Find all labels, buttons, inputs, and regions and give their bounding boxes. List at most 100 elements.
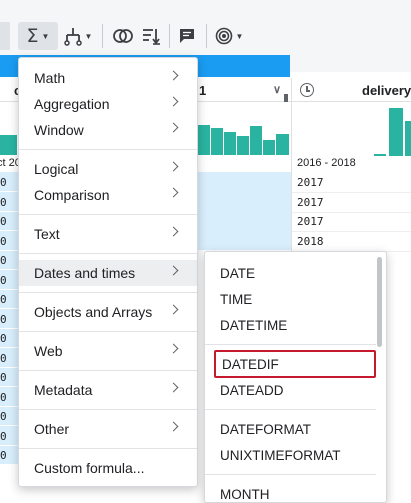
- target-icon: [215, 27, 232, 45]
- row-separator: [0, 347, 18, 348]
- grid-cell[interactable]: 0: [0, 274, 7, 287]
- row-separator: [0, 288, 18, 290]
- menu-item-label: Objects and Arrays: [34, 304, 153, 320]
- menu-divider: [205, 344, 376, 345]
- grid-cell[interactable]: 0: [0, 196, 7, 209]
- sort-button[interactable]: [139, 22, 163, 50]
- row-separator: [0, 210, 18, 212]
- menu-item-custom-formula[interactable]: Custom formula...: [19, 455, 197, 481]
- submenu-item-datedif[interactable]: DATEDIF: [214, 350, 376, 378]
- grid-cell[interactable]: 2017: [297, 176, 324, 189]
- histogram-bar: [405, 121, 411, 156]
- menu-divider: [19, 331, 197, 332]
- row-separator: [0, 308, 18, 309]
- grid-cell[interactable]: 2017: [297, 215, 324, 228]
- clock-icon: [300, 83, 314, 97]
- row-separator: [292, 192, 411, 193]
- column-header-delivery[interactable]: delivery_: [292, 78, 411, 102]
- histogram-bar: [250, 126, 262, 155]
- menu-divider: [19, 253, 197, 254]
- menu-item-dates-and-times[interactable]: Dates and times: [19, 260, 197, 286]
- menu-item-window[interactable]: Window: [19, 117, 197, 143]
- menu-item-metadata[interactable]: Metadata: [19, 377, 197, 403]
- target-button[interactable]: ▼: [212, 22, 246, 50]
- toolbar-divider: [169, 24, 170, 48]
- join-button[interactable]: [110, 22, 136, 50]
- column-header-left[interactable]: c: [0, 78, 21, 102]
- menu-item-logical[interactable]: Logical: [19, 156, 197, 182]
- menu-item-label: Math: [34, 70, 66, 86]
- column-header-label: 1: [199, 83, 207, 98]
- grid-cell[interactable]: 0: [0, 449, 7, 462]
- submenu-item-label: TIME: [220, 291, 253, 307]
- grid-cell[interactable]: 0: [0, 176, 7, 189]
- grid-cell[interactable]: 0: [0, 371, 7, 384]
- submenu-item-label: UNIXTIMEFORMAT: [220, 447, 341, 463]
- row-separator: [0, 425, 18, 426]
- submenu-item-label: DATE: [220, 265, 256, 281]
- menu-item-label: Web: [34, 343, 63, 359]
- histogram-bar: [198, 125, 210, 155]
- menu-item-comparison[interactable]: Comparison: [19, 182, 197, 208]
- submenu-item-month[interactable]: MONTH: [205, 482, 375, 502]
- menu-item-aggregation[interactable]: Aggregation: [19, 91, 197, 117]
- histogram-bar: [224, 132, 236, 155]
- histogram-bar: [211, 128, 223, 155]
- menu-item-other[interactable]: Other: [19, 416, 197, 442]
- toolbar-prev-button[interactable]: [0, 22, 10, 50]
- column-header-mid[interactable]: 1 ∨: [196, 78, 291, 102]
- toolbar-divider: [206, 24, 207, 48]
- row-separator: [0, 249, 18, 251]
- submenu-item-label: DATEDIF: [222, 356, 279, 372]
- submenu-item-dateformat[interactable]: DATEFORMAT: [205, 417, 375, 441]
- menu-item-text[interactable]: Text: [19, 221, 197, 247]
- chevron-right-icon: [168, 304, 179, 315]
- row-separator: [0, 464, 18, 465]
- grid-cell[interactable]: 0: [0, 391, 7, 404]
- grid-cell[interactable]: 0: [0, 410, 7, 423]
- menu-item-label: Aggregation: [34, 96, 110, 112]
- menu-divider: [19, 448, 197, 449]
- submenu-item-datetime[interactable]: DATETIME: [205, 313, 375, 337]
- menu-item-objects-and-arrays[interactable]: Objects and Arrays: [19, 299, 197, 325]
- menu-item-web[interactable]: Web: [19, 338, 197, 364]
- grid-cell[interactable]: 0: [0, 430, 7, 443]
- grid-cell[interactable]: 0: [0, 313, 7, 326]
- menu-divider: [19, 370, 197, 371]
- submenu-item-label: DATETIME: [220, 317, 288, 333]
- toolbar-divider: [102, 24, 103, 48]
- grid-cell[interactable]: 0: [0, 254, 7, 267]
- histogram-bar: [374, 154, 386, 156]
- sort-icon: [143, 29, 160, 45]
- submenu-item-dateadd[interactable]: DATEADD: [205, 378, 375, 402]
- submenu-scrollbar[interactable]: [377, 257, 382, 347]
- grid-cell[interactable]: 2017: [297, 196, 324, 209]
- grid-cell[interactable]: 0: [0, 215, 7, 228]
- submenu-item-label: DATEADD: [220, 382, 284, 398]
- comment-button[interactable]: [175, 22, 199, 50]
- functions-button[interactable]: Σ ▼: [18, 22, 58, 50]
- grid-cell[interactable]: 0: [0, 235, 7, 248]
- branch-button[interactable]: ▼: [60, 22, 96, 50]
- menu-item-label: Window: [34, 122, 84, 138]
- grid-cell[interactable]: 0: [0, 352, 7, 365]
- row-separator: [0, 191, 18, 192]
- sigma-icon: Σ: [26, 25, 39, 47]
- menu-item-math[interactable]: Math: [19, 65, 197, 91]
- menu-divider: [19, 149, 197, 150]
- grid-cell[interactable]: 0: [0, 293, 7, 306]
- menu-item-label: Other: [34, 421, 70, 437]
- submenu-item-time[interactable]: TIME: [205, 287, 375, 311]
- row-separator: [292, 231, 411, 232]
- chevron-right-icon: [168, 265, 179, 276]
- submenu-item-date[interactable]: DATE: [205, 261, 375, 285]
- chevron-down-icon[interactable]: ∨: [273, 83, 281, 96]
- row-separator: [0, 327, 18, 329]
- submenu-item-unixtimeformat[interactable]: UNIXTIMEFORMAT: [205, 443, 375, 467]
- histogram-bar: [237, 136, 249, 155]
- column-resize-handle[interactable]: [284, 94, 288, 102]
- functions-menu: Math Aggregation Window Logical Comparis…: [18, 57, 198, 487]
- grid-cell[interactable]: 0: [0, 332, 7, 345]
- histogram-bar: [389, 108, 403, 156]
- grid-cell[interactable]: 2018: [297, 235, 324, 248]
